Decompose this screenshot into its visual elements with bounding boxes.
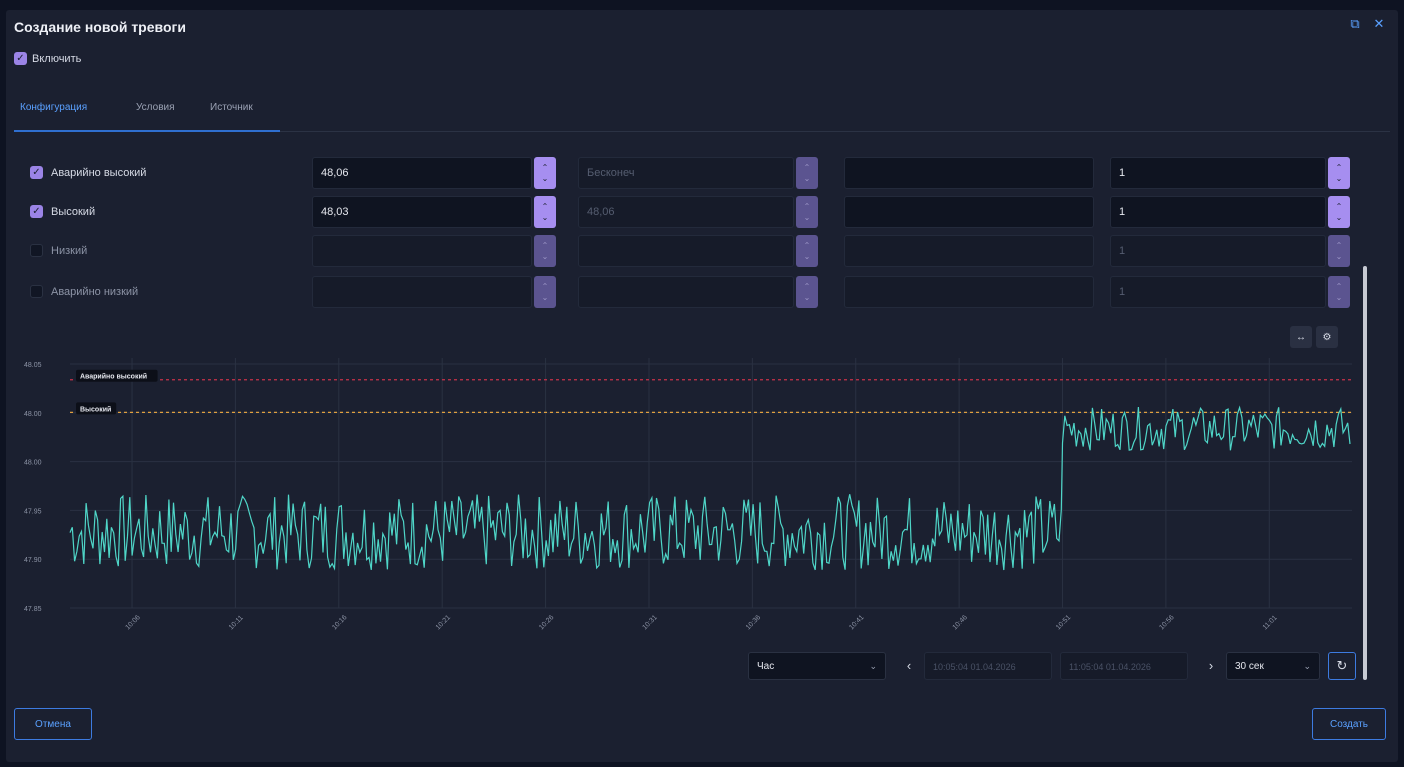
date-to-field[interactable]: 11:05:04 01.04.2026 bbox=[1060, 652, 1188, 680]
x-tick-label: 10:56 bbox=[1158, 614, 1175, 631]
threshold-label-text: Высокий bbox=[51, 205, 96, 218]
scrollbar[interactable] bbox=[1363, 158, 1367, 686]
threshold-text-input[interactable] bbox=[844, 196, 1094, 228]
enable-checkbox[interactable]: ✓ Включить bbox=[14, 52, 81, 65]
active-tab-indicator bbox=[14, 130, 280, 132]
threshold-label[interactable]: ✓ Высокий bbox=[30, 205, 95, 218]
x-tick-label: 10:51 bbox=[1055, 614, 1072, 631]
x-tick-label: 11:01 bbox=[1262, 614, 1279, 631]
threshold-limit-input[interactable]: 48,06 bbox=[578, 196, 794, 228]
limit-stepper[interactable]: ⌃ ⌄ bbox=[796, 157, 818, 189]
threshold-limit-input[interactable] bbox=[578, 235, 794, 267]
y-tick-label: 48.00 bbox=[24, 460, 42, 467]
x-tick-label: 10:46 bbox=[952, 614, 969, 631]
dialog-header: Создание новой тревоги ⧉ ✕ bbox=[14, 17, 1390, 37]
refresh-button[interactable]: ↻ bbox=[1328, 652, 1356, 680]
header-icons: ⧉ ✕ bbox=[1348, 17, 1386, 31]
value-stepper[interactable]: ⌃ ⌄ bbox=[534, 235, 556, 267]
threshold-label-text: Аварийно высокий bbox=[51, 166, 147, 179]
threshold-delay-input[interactable]: 1 bbox=[1110, 196, 1326, 228]
x-tick-label: 10:31 bbox=[641, 614, 658, 631]
chevron-down-icon: ⌄ bbox=[1303, 661, 1311, 671]
threshold-limit-input[interactable] bbox=[578, 276, 794, 308]
external-link-icon[interactable]: ⧉ bbox=[1348, 17, 1362, 31]
threshold-label: Высокий bbox=[80, 405, 111, 413]
threshold-delay-input[interactable]: 1 bbox=[1110, 157, 1326, 189]
threshold-delay-input[interactable]: 1 bbox=[1110, 276, 1326, 308]
value-chart: 48.05 48.00 48.00 47.95 47.90 47.85 10:06 10:11… bbox=[24, 358, 1352, 631]
delay-stepper[interactable]: ⌃ ⌄ bbox=[1328, 276, 1350, 308]
series-line bbox=[69, 405, 1351, 571]
enable-label: Включить bbox=[32, 52, 82, 65]
limit-stepper[interactable]: ⌃ ⌄ bbox=[796, 235, 818, 267]
x-tick-label: 10:26 bbox=[538, 614, 555, 631]
threshold-delay-input[interactable]: 1 bbox=[1110, 235, 1326, 267]
delay-stepper[interactable]: ⌃ ⌄ bbox=[1328, 235, 1350, 267]
checkbox-checked-icon[interactable]: ✓ bbox=[14, 52, 27, 65]
x-tick-label: 10:11 bbox=[228, 614, 245, 631]
value-stepper[interactable]: ⌃ ⌄ bbox=[534, 276, 556, 308]
threshold-text-input[interactable] bbox=[844, 157, 1094, 189]
x-tick-label: 10:16 bbox=[331, 614, 348, 631]
threshold-label-text: Аварийно низкий bbox=[51, 285, 139, 298]
period-select-value: Час bbox=[757, 661, 775, 672]
threshold-value-input[interactable]: 48,03 bbox=[312, 196, 532, 228]
threshold-limit-input[interactable]: Бесконеч bbox=[578, 157, 794, 189]
scrollbar-thumb[interactable] bbox=[1363, 266, 1367, 680]
threshold-label[interactable]: Низкий bbox=[30, 244, 87, 257]
x-tick-label: 10:36 bbox=[745, 614, 762, 631]
y-tick-label: 47.90 bbox=[24, 557, 42, 564]
settings-icon[interactable]: ⚙ bbox=[1316, 326, 1338, 348]
y-tick-label: 47.95 bbox=[24, 508, 42, 515]
tab-configuration[interactable]: Конфигурация bbox=[20, 102, 87, 113]
threshold-row-high: ✓ Высокий 48,03 ⌃ ⌄ 48,06 ⌃ ⌄ 1 ⌃ ⌄ bbox=[20, 196, 1374, 228]
previous-period-button[interactable]: ‹ bbox=[900, 652, 918, 680]
delay-stepper[interactable]: ⌃ ⌄ bbox=[1328, 196, 1350, 228]
threshold-row-critical-high: ✓ Аварийно высокий 48,06 ⌃ ⌄ Бесконеч ⌃ ⌄ … bbox=[20, 157, 1374, 189]
checkbox-checked-icon[interactable]: ✓ bbox=[30, 205, 43, 218]
threshold-text-input[interactable] bbox=[844, 235, 1094, 267]
x-tick-label: 10:41 bbox=[848, 614, 865, 631]
y-tick-label: 47.85 bbox=[24, 606, 42, 613]
checkbox-unchecked-icon[interactable] bbox=[30, 244, 43, 257]
chevron-down-icon: ⌄ bbox=[869, 661, 877, 671]
tab-conditions[interactable]: Условия bbox=[136, 102, 175, 113]
value-stepper[interactable]: ⌃ ⌄ bbox=[534, 157, 556, 189]
threshold-label[interactable]: Аварийно низкий bbox=[30, 285, 138, 298]
threshold-row-low: Низкий ⌃ ⌄ ⌃ ⌄ 1 ⌃ ⌄ bbox=[20, 235, 1374, 267]
y-tick-label: 48.00 bbox=[24, 411, 42, 418]
tab-bar: Конфигурация Условия Источник bbox=[14, 96, 1390, 132]
threshold-value-input[interactable] bbox=[312, 276, 532, 308]
period-select[interactable]: Час ⌄ bbox=[748, 652, 886, 680]
checkbox-unchecked-icon[interactable] bbox=[30, 285, 43, 298]
close-icon[interactable]: ✕ bbox=[1372, 17, 1386, 31]
y-tick-label: 48.05 bbox=[24, 362, 42, 369]
threshold-row-critical-low: Аварийно низкий ⌃ ⌄ ⌃ ⌄ 1 ⌃ ⌄ bbox=[20, 276, 1374, 308]
delay-stepper[interactable]: ⌃ ⌄ bbox=[1328, 157, 1350, 189]
threshold-text-input[interactable] bbox=[844, 276, 1094, 308]
limit-stepper[interactable]: ⌃ ⌄ bbox=[796, 276, 818, 308]
cancel-button[interactable]: Отмена bbox=[14, 708, 92, 740]
x-tick-label: 10:21 bbox=[435, 614, 452, 631]
create-button[interactable]: Создать bbox=[1312, 708, 1386, 740]
chart-toolbar: ↔ ⚙ bbox=[1290, 326, 1338, 348]
interval-select[interactable]: 30 сек ⌄ bbox=[1226, 652, 1320, 680]
next-period-button[interactable]: › bbox=[1202, 652, 1220, 680]
threshold-value-input[interactable] bbox=[312, 235, 532, 267]
date-from-field[interactable]: 10:05:04 01.04.2026 bbox=[924, 652, 1052, 680]
expand-horizontal-icon[interactable]: ↔ bbox=[1290, 326, 1312, 348]
threshold-value-input[interactable]: 48,06 bbox=[312, 157, 532, 189]
threshold-label[interactable]: ✓ Аварийно высокий bbox=[30, 166, 146, 179]
dialog-title: Создание новой тревоги bbox=[14, 19, 186, 35]
limit-stepper[interactable]: ⌃ ⌄ bbox=[796, 196, 818, 228]
chart-controls: Час ⌄ ‹ 10:05:04 01.04.2026 11:05:04 01.… bbox=[748, 652, 1360, 680]
checkbox-checked-icon[interactable]: ✓ bbox=[30, 166, 43, 179]
x-tick-label: 10:06 bbox=[124, 614, 141, 631]
threshold-label-text: Низкий bbox=[51, 244, 88, 257]
tab-source[interactable]: Источник bbox=[210, 102, 253, 113]
interval-select-value: 30 сек bbox=[1235, 661, 1264, 672]
value-stepper[interactable]: ⌃ ⌄ bbox=[534, 196, 556, 228]
threshold-label: Аварийно высокий bbox=[80, 373, 147, 381]
